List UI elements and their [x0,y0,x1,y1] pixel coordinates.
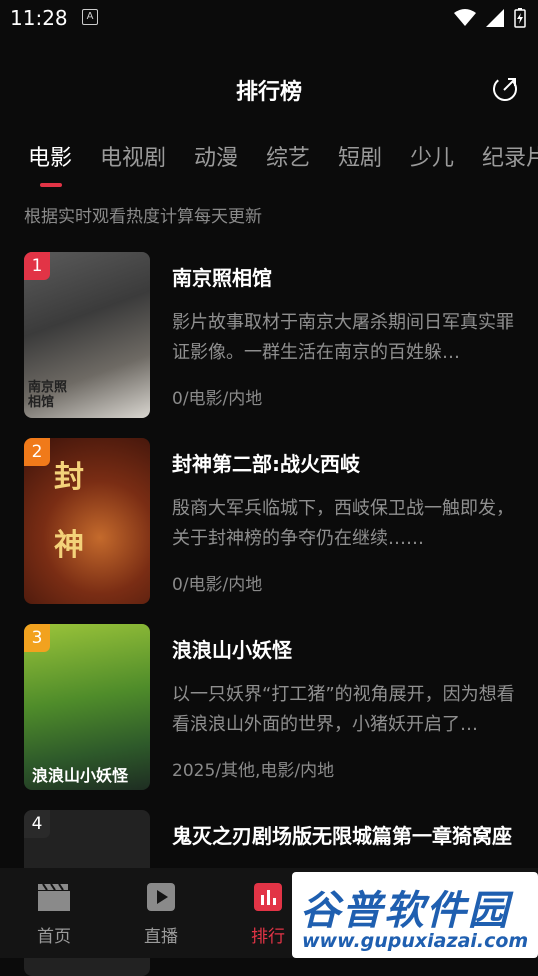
clapperboard-icon [38,883,70,911]
top-app-bar: 排行榜 [0,64,538,116]
notification-badge: A [82,9,98,25]
watermark-logo: 谷普软件园 www.gupuxiazai.com [292,872,538,958]
status-icons [454,8,526,28]
play-icon [147,883,175,911]
status-bar: 11:28 A [0,0,538,36]
battery-icon [514,8,526,28]
ranking-note: 根据实时观看热度计算每天更新 [24,207,262,227]
movie-title: 浪浪山小妖怪 [172,638,292,662]
movie-description: 殷商大军兵临城下，西岐保卫战一触即发，关于封神榜的争夺仍在继续…… [172,498,514,549]
movie-title: 封神第二部:战火西岐 [172,452,360,476]
tab-short-drama[interactable]: 短剧 [338,140,382,172]
poster-image: 3 浪浪山小妖怪 [24,624,150,790]
nav-live-label: 直播 [144,927,178,947]
share-out-icon[interactable] [492,76,518,102]
movie-description: 影片故事取材于南京大屠杀期间日军真实罪证影像。一群生活在南京的百姓躲… [172,312,514,363]
poster-title-text: 封神 [54,460,84,563]
nav-home[interactable]: 首页 [14,882,94,947]
category-tabs: 电影 电视剧 动漫 综艺 短剧 少儿 纪录片 [0,140,538,180]
tab-kids[interactable]: 少儿 [410,140,454,172]
status-time: 11:28 [10,6,68,30]
movie-title: 南京照相馆 [172,266,272,290]
poster-image: 1 南京照相馆 [24,252,150,418]
rank-badge: 4 [24,810,50,838]
tab-variety[interactable]: 综艺 [266,140,310,172]
watermark-title: 谷普软件园 [300,888,510,934]
movie-title: 鬼灭之刃剧场版无限城篇第一章猗窝座 [172,824,512,848]
tab-tv[interactable]: 电视剧 [100,140,166,172]
movie-description: 以一只妖界“打工猪”的视角展开，因为想看看浪浪山外面的世界，小猪妖开启了… [172,684,515,735]
page-title: 排行榜 [235,80,302,105]
rank-badge: 1 [24,252,50,280]
tab-movie[interactable]: 电影 [28,140,72,172]
list-item[interactable]: 2 封神 封神第二部:战火西岐 殷商大军兵临城下，西岐保卫战一触即发，关于封神榜… [0,432,538,604]
tab-anime[interactable]: 动漫 [194,140,238,172]
movie-meta: 2025/其他,电影/内地 [172,761,335,781]
poster-image: 2 封神 [24,438,150,604]
signal-icon [486,9,504,27]
movie-meta: 0/电影/内地 [172,389,263,409]
movie-meta: 0/电影/内地 [172,575,263,595]
poster-title-text: 浪浪山小妖怪 [32,766,129,785]
rank-badge: 2 [24,438,50,466]
wifi-icon [454,9,476,26]
bar-chart-icon [254,883,282,911]
nav-live[interactable]: 直播 [121,882,201,947]
poster-title-text: 南京照相馆 [28,380,68,410]
tab-indicator [40,183,62,187]
tab-documentary[interactable]: 纪录片 [482,140,538,172]
list-item[interactable]: 3 浪浪山小妖怪 浪浪山小妖怪 以一只妖界“打工猪”的视角展开，因为想看看浪浪山… [0,618,538,790]
list-item[interactable]: 1 南京照相馆 南京照相馆 影片故事取材于南京大屠杀期间日军真实罪证影像。一群生… [0,246,538,418]
rank-badge: 3 [24,624,50,652]
watermark-url: www.gupuxiazai.com [302,930,529,952]
nav-home-label: 首页 [37,927,71,947]
